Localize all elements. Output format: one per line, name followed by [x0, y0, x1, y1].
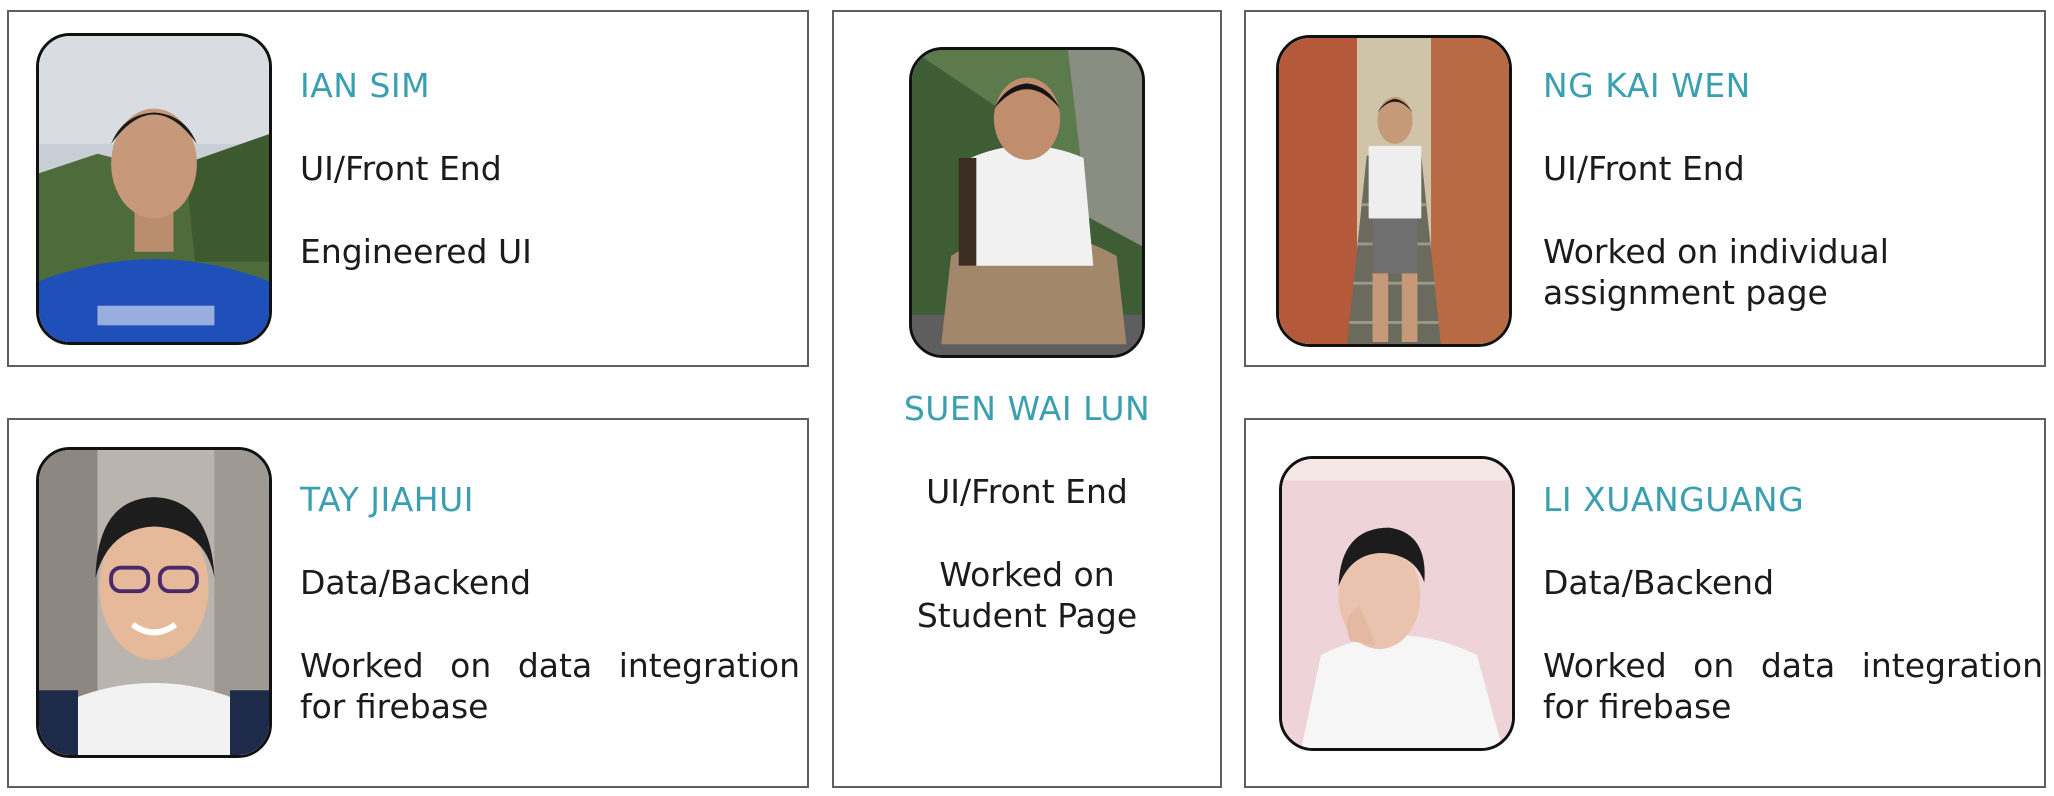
member-role: Data/Backend — [1543, 563, 1775, 602]
member-task-line-1: Worked on individual — [1543, 232, 1889, 271]
member-name: NG KAI WEN — [1543, 66, 1751, 105]
member-name: LI XUANGUANG — [1543, 480, 1805, 519]
member-name: IAN SIM — [300, 66, 431, 105]
member-name: SUEN WAI LUN — [903, 389, 1151, 428]
member-task: Engineered UI — [300, 232, 532, 271]
member-task-line-2: Student Page — [916, 596, 1138, 635]
member-task-line-1: Worked on — [939, 555, 1115, 594]
portrait-photo-icon — [36, 33, 272, 345]
portrait-photo-icon — [1276, 35, 1512, 347]
portrait-photo-icon — [1279, 456, 1515, 751]
member-name: TAY JIAHUI — [300, 480, 474, 519]
portrait-photo-icon — [909, 47, 1145, 358]
member-task-line-2: assignment page — [1543, 273, 1828, 312]
member-task: Worked on data integration for firebase — [1543, 646, 2043, 726]
member-role: UI/Front End — [1543, 149, 1745, 188]
member-role: UI/Front End — [300, 149, 502, 188]
portrait-photo-icon — [36, 447, 272, 758]
member-role: UI/Front End — [926, 472, 1128, 511]
member-role: Data/Backend — [300, 563, 532, 602]
member-task: Worked on data integration for firebase — [300, 646, 800, 726]
